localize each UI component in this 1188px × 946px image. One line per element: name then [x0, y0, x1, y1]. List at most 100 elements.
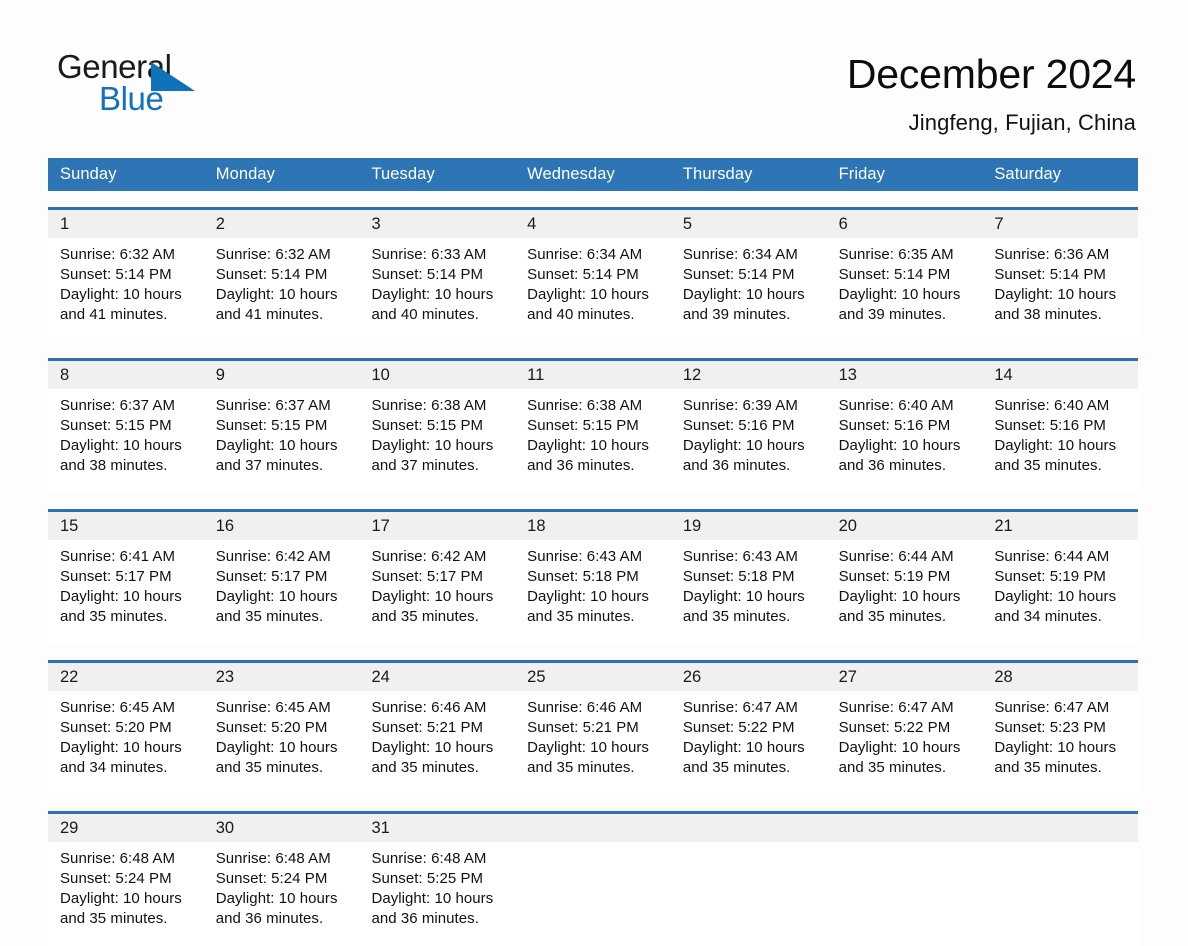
day-cell[interactable]: Sunrise: 6:40 AM Sunset: 5:16 PM Dayligh…	[827, 389, 983, 493]
day-number[interactable]: 16	[204, 512, 360, 540]
daylight-text-line1: Daylight: 10 hours	[60, 890, 182, 907]
sunset-text: Sunset: 5:14 PM	[682, 266, 795, 283]
day-cell[interactable]: Sunrise: 6:47 AM Sunset: 5:23 PM Dayligh…	[982, 691, 1138, 795]
day-number[interactable]: 4	[515, 210, 671, 238]
day-number[interactable]: 24	[359, 663, 515, 691]
day-cell[interactable]: Sunrise: 6:46 AM Sunset: 5:21 PM Dayligh…	[515, 691, 671, 795]
day-number[interactable]: 10	[359, 361, 515, 389]
sunrise-text: Sunrise: 6:40 AM	[994, 397, 1110, 414]
sunrise-text: Sunrise: 6:45 AM	[60, 699, 176, 716]
daylight-text-line1: Daylight: 10 hours	[371, 286, 494, 303]
day-cell[interactable]: Sunrise: 6:34 AM Sunset: 5:14 PM Dayligh…	[671, 238, 827, 342]
day-cell[interactable]: Sunrise: 6:32 AM Sunset: 5:14 PM Dayligh…	[204, 238, 360, 342]
sunrise-text: Sunrise: 6:38 AM	[371, 397, 487, 414]
day-number[interactable]: 15	[48, 512, 204, 540]
day-number[interactable]: 13	[827, 361, 983, 389]
daylight-text-line2: and 41 minutes.	[215, 306, 324, 323]
day-number[interactable]: 9	[204, 361, 360, 389]
weekday-header-wednesday: Wednesday	[527, 165, 615, 183]
day-number[interactable]: 28	[982, 663, 1138, 691]
day-number[interactable]: 30	[204, 814, 360, 842]
day-cell[interactable]: Sunrise: 6:39 AM Sunset: 5:16 PM Dayligh…	[671, 389, 827, 493]
day-number[interactable]: 22	[48, 663, 204, 691]
sunrise-text: Sunrise: 6:46 AM	[371, 699, 487, 716]
sunset-text: Sunset: 5:15 PM	[60, 417, 172, 434]
day-cell[interactable]: Sunrise: 6:44 AM Sunset: 5:19 PM Dayligh…	[982, 540, 1138, 644]
day-cell[interactable]: Sunrise: 6:47 AM Sunset: 5:22 PM Dayligh…	[827, 691, 983, 795]
day-cell[interactable]: Sunrise: 6:32 AM Sunset: 5:14 PM Dayligh…	[48, 238, 204, 342]
day-cell[interactable]: Sunrise: 6:42 AM Sunset: 5:17 PM Dayligh…	[359, 540, 515, 644]
day-number[interactable]: 2	[204, 210, 360, 238]
day-number[interactable]: 27	[827, 663, 983, 691]
sunset-text: Sunset: 5:17 PM	[215, 568, 328, 585]
daylight-text-line2: and 35 minutes.	[994, 457, 1102, 474]
day-cell[interactable]: Sunrise: 6:40 AM Sunset: 5:16 PM Dayligh…	[982, 389, 1138, 493]
weekday-header-tuesday: Tuesday	[371, 165, 435, 183]
day-number[interactable]: 7	[982, 210, 1138, 238]
day-cell[interactable]: Sunrise: 6:42 AM Sunset: 5:17 PM Dayligh…	[204, 540, 360, 644]
day-number[interactable]: 21	[982, 512, 1138, 540]
day-number[interactable]: 1	[48, 210, 204, 238]
daylight-text-line1: Daylight: 10 hours	[838, 286, 961, 303]
sunrise-text: Sunrise: 6:43 AM	[527, 548, 643, 565]
day-number[interactable]: 18	[515, 512, 671, 540]
day-cell[interactable]: Sunrise: 6:44 AM Sunset: 5:19 PM Dayligh…	[827, 540, 983, 644]
location-subtitle: Jingfeng, Fujian, China	[908, 110, 1136, 135]
day-cell[interactable]: Sunrise: 6:41 AM Sunset: 5:17 PM Dayligh…	[48, 540, 204, 644]
day-cell[interactable]: Sunrise: 6:48 AM Sunset: 5:24 PM Dayligh…	[48, 842, 204, 946]
day-number[interactable]: 31	[359, 814, 515, 842]
day-cell[interactable]: Sunrise: 6:48 AM Sunset: 5:25 PM Dayligh…	[359, 842, 515, 946]
daylight-text-line1: Daylight: 10 hours	[60, 437, 182, 454]
day-cell[interactable]: Sunrise: 6:38 AM Sunset: 5:15 PM Dayligh…	[515, 389, 671, 493]
day-cell[interactable]: Sunrise: 6:37 AM Sunset: 5:15 PM Dayligh…	[204, 389, 360, 493]
daylight-text-line1: Daylight: 10 hours	[682, 739, 805, 756]
day-cell[interactable]: Sunrise: 6:48 AM Sunset: 5:24 PM Dayligh…	[204, 842, 360, 946]
day-number[interactable]: 12	[671, 361, 827, 389]
day-number[interactable]: 19	[671, 512, 827, 540]
day-cell[interactable]: Sunrise: 6:33 AM Sunset: 5:14 PM Dayligh…	[359, 238, 515, 342]
weekday-header-saturday: Saturday	[994, 165, 1062, 183]
day-number[interactable]: 6	[827, 210, 983, 238]
day-number[interactable]: 26	[671, 663, 827, 691]
day-cell[interactable]: Sunrise: 6:45 AM Sunset: 5:20 PM Dayligh…	[48, 691, 204, 795]
sunset-text: Sunset: 5:14 PM	[527, 266, 639, 283]
daylight-text-line1: Daylight: 10 hours	[215, 588, 338, 605]
daylight-text-line1: Daylight: 10 hours	[60, 588, 182, 605]
generalblue-logo[interactable]: General Blue	[57, 48, 217, 117]
day-cell[interactable]: Sunrise: 6:37 AM Sunset: 5:15 PM Dayligh…	[48, 389, 204, 493]
week-date-band: 29 30 31	[48, 814, 1138, 842]
day-cell[interactable]: Sunrise: 6:43 AM Sunset: 5:18 PM Dayligh…	[671, 540, 827, 644]
sunset-text: Sunset: 5:20 PM	[215, 719, 328, 736]
day-number[interactable]: 25	[515, 663, 671, 691]
day-number[interactable]: 11	[515, 361, 671, 389]
day-number[interactable]: 20	[827, 512, 983, 540]
day-cell[interactable]: Sunrise: 6:38 AM Sunset: 5:15 PM Dayligh…	[359, 389, 515, 493]
day-cell[interactable]: Sunrise: 6:45 AM Sunset: 5:20 PM Dayligh…	[204, 691, 360, 795]
calendar-page: General Blue December 2024 Jingfeng, Fuj…	[0, 0, 1188, 946]
sunset-text: Sunset: 5:21 PM	[527, 719, 639, 736]
daylight-text-line2: and 35 minutes.	[527, 608, 635, 625]
day-number[interactable]: 5	[671, 210, 827, 238]
day-cell[interactable]: Sunrise: 6:35 AM Sunset: 5:14 PM Dayligh…	[827, 238, 983, 342]
daylight-text-line2: and 39 minutes.	[838, 306, 947, 323]
day-number[interactable]: 23	[204, 663, 360, 691]
day-cell[interactable]: Sunrise: 6:46 AM Sunset: 5:21 PM Dayligh…	[359, 691, 515, 795]
calendar-week-row: 15 16 17 18 19 20 21 Sunrise: 6:41 AM Su…	[48, 509, 1138, 644]
day-number[interactable]: 8	[48, 361, 204, 389]
daylight-text-line1: Daylight: 10 hours	[994, 437, 1117, 454]
sunrise-text: Sunrise: 6:47 AM	[994, 699, 1110, 716]
title-block: December 2024 Jingfeng, Fujian, China	[847, 48, 1136, 138]
sunset-text: Sunset: 5:16 PM	[994, 417, 1106, 434]
daylight-text-line2: and 37 minutes.	[371, 457, 479, 474]
day-number[interactable]: 29	[48, 814, 204, 842]
day-number[interactable]: 14	[982, 361, 1138, 389]
daylight-text-line2: and 35 minutes.	[838, 759, 947, 776]
daylight-text-line1: Daylight: 10 hours	[371, 739, 494, 756]
day-cell[interactable]: Sunrise: 6:47 AM Sunset: 5:22 PM Dayligh…	[671, 691, 827, 795]
sunrise-text: Sunrise: 6:46 AM	[527, 699, 643, 716]
day-number[interactable]: 17	[359, 512, 515, 540]
day-cell[interactable]: Sunrise: 6:43 AM Sunset: 5:18 PM Dayligh…	[515, 540, 671, 644]
day-cell[interactable]: Sunrise: 6:36 AM Sunset: 5:14 PM Dayligh…	[982, 238, 1138, 342]
day-number[interactable]: 3	[359, 210, 515, 238]
day-cell[interactable]: Sunrise: 6:34 AM Sunset: 5:14 PM Dayligh…	[515, 238, 671, 342]
